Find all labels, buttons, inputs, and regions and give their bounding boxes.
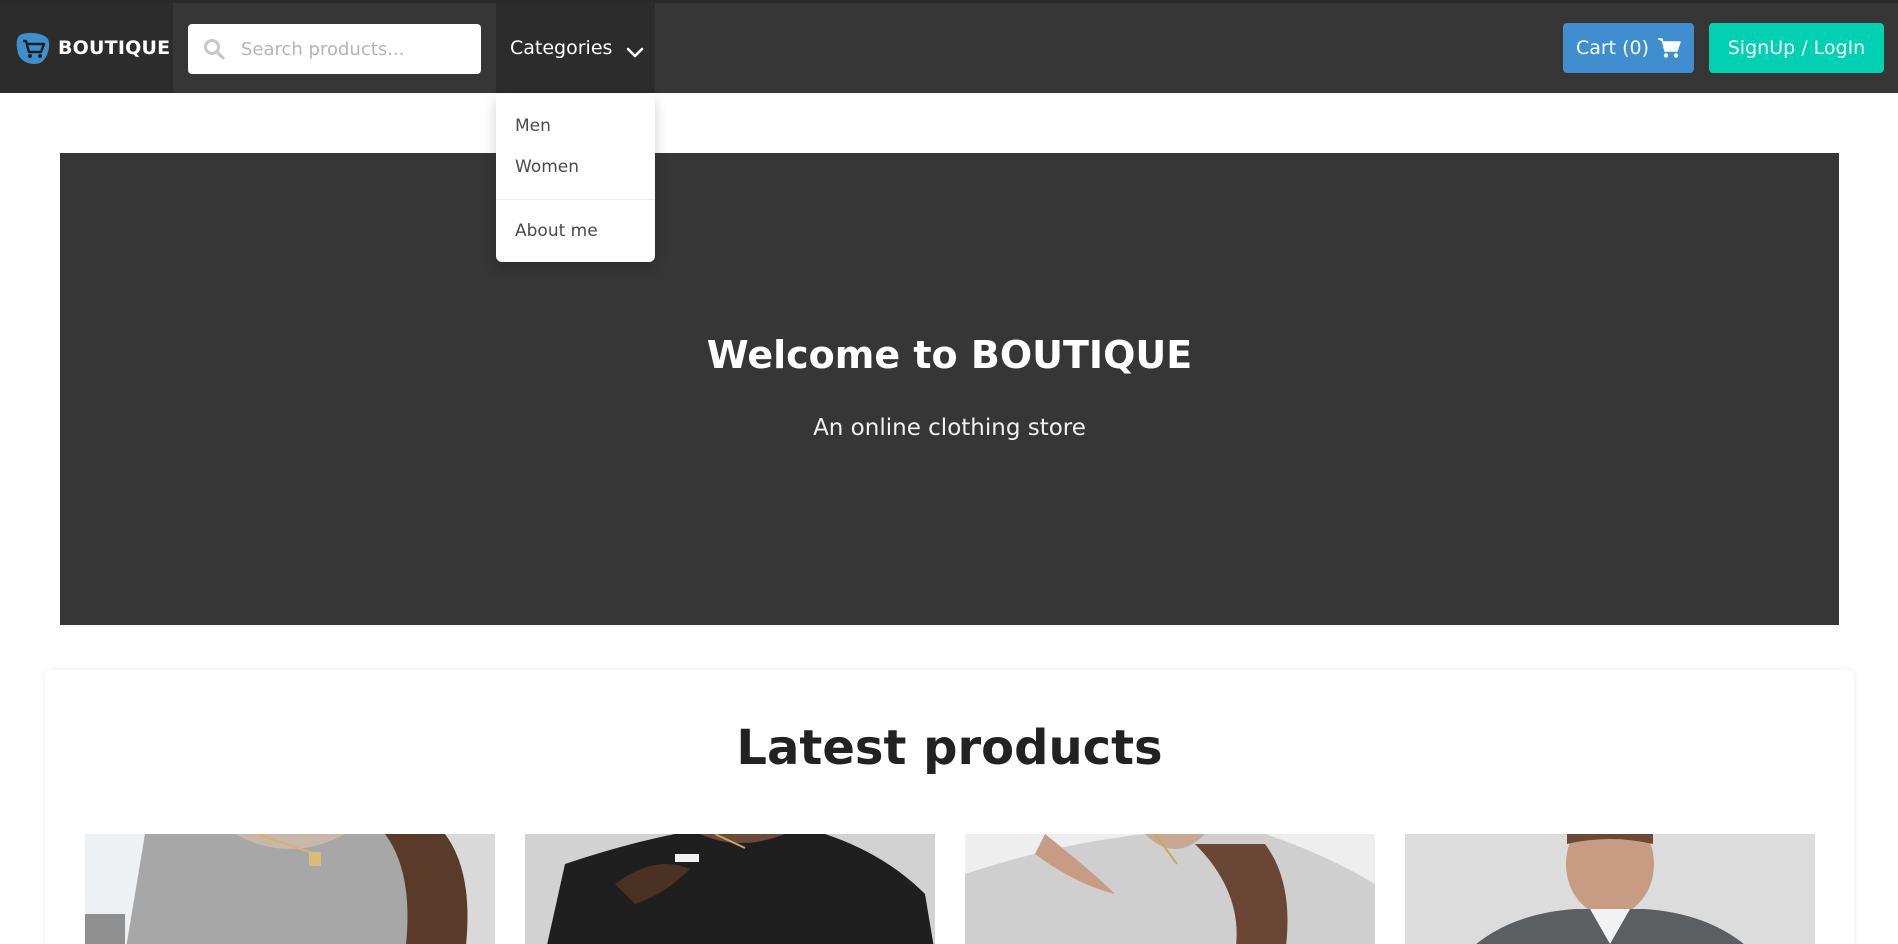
hero-banner: Welcome to BOUTIQUE An online clothing s… bbox=[60, 153, 1839, 625]
navbar: BOUTIQUE Categories Cart (0) bbox=[0, 3, 1898, 93]
product-card-image[interactable] bbox=[965, 834, 1375, 944]
shopping-cart-logo-icon bbox=[14, 29, 52, 67]
categories-label: Categories bbox=[510, 37, 613, 59]
categories-dropdown-menu: Men Women About me bbox=[496, 94, 655, 262]
cart-button[interactable]: Cart (0) bbox=[1563, 23, 1694, 73]
dropdown-divider bbox=[496, 199, 655, 200]
dropdown-item-women[interactable]: Women bbox=[496, 147, 655, 188]
product-card-image[interactable] bbox=[85, 834, 495, 944]
cart-label: Cart (0) bbox=[1575, 37, 1650, 59]
dropdown-item-about-me[interactable]: About me bbox=[496, 211, 655, 252]
brand-name: BOUTIQUE bbox=[58, 37, 171, 59]
search-box[interactable] bbox=[188, 24, 481, 74]
section-title: Latest products bbox=[736, 720, 1163, 776]
search-input[interactable] bbox=[241, 38, 461, 60]
product-card-image[interactable] bbox=[525, 834, 935, 944]
brand-link[interactable]: BOUTIQUE bbox=[0, 3, 173, 93]
search-icon bbox=[203, 38, 225, 60]
chevron-down-icon bbox=[626, 42, 644, 58]
hero-title: Welcome to BOUTIQUE bbox=[706, 333, 1193, 377]
dropdown-item-men[interactable]: Men bbox=[496, 106, 655, 147]
signup-login-button[interactable]: SignUp / LogIn bbox=[1709, 23, 1884, 73]
product-card-image[interactable] bbox=[1405, 834, 1815, 944]
categories-dropdown-toggle[interactable]: Categories bbox=[496, 3, 655, 93]
signup-login-label: SignUp / LogIn bbox=[1727, 37, 1866, 59]
hero-subtitle: An online clothing store bbox=[813, 415, 1086, 441]
latest-products-section: Latest products bbox=[45, 670, 1854, 944]
cart-icon bbox=[1657, 37, 1681, 59]
